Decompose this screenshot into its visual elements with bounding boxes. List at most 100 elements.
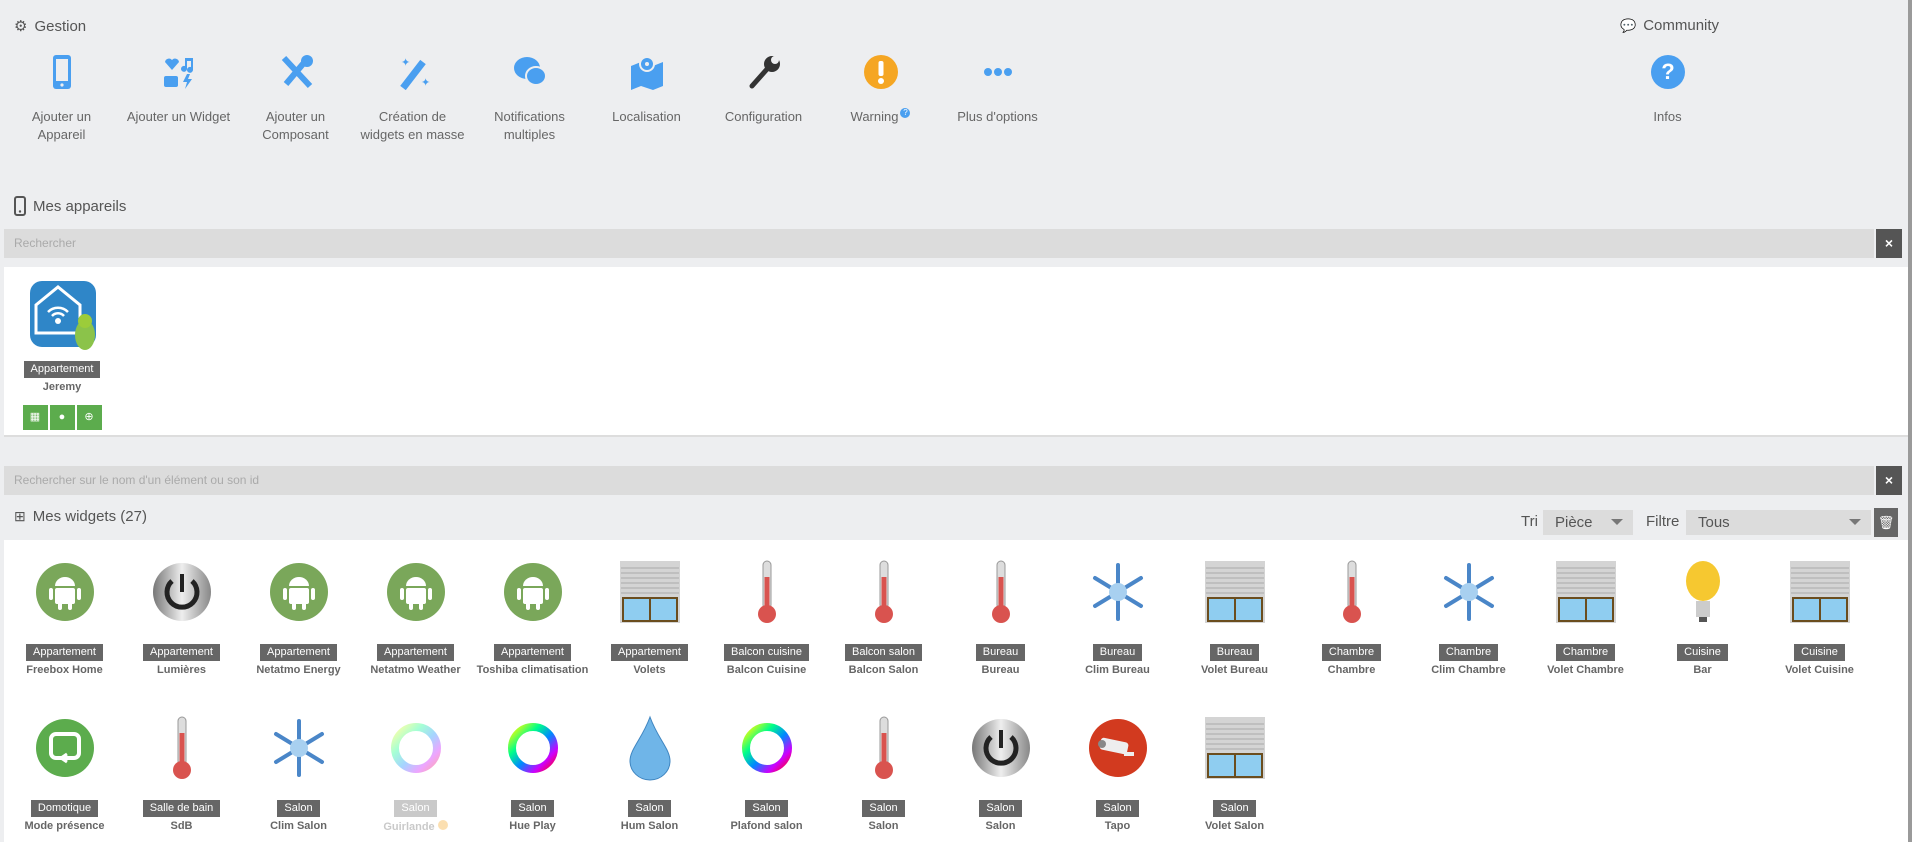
scrollbar[interactable]: [1908, 0, 1912, 842]
widget-card[interactable]: Salon Guirlande: [357, 714, 474, 833]
widget-card[interactable]: Appartement Volets: [591, 558, 708, 676]
widget-room-badge: Chambre: [1555, 644, 1616, 661]
widget-room-badge: Salon: [745, 800, 788, 817]
widgets-icon[interactable]: ▦: [22, 405, 48, 430]
filter-select[interactable]: Tous: [1686, 510, 1871, 535]
comment-icon[interactable]: ●: [49, 405, 75, 430]
widget-name: Bar: [1693, 664, 1712, 676]
widget-name: Clim Salon: [270, 820, 327, 832]
thermo-icon: [825, 558, 942, 625]
drop-icon: [591, 714, 708, 781]
help-icon[interactable]: ?: [900, 108, 911, 118]
android-icon: [240, 558, 357, 625]
gestion-ajouter-un-widget-button[interactable]: Ajouter un Widget: [120, 50, 237, 126]
gestion-plus-d-options-button[interactable]: Plus d'options: [939, 50, 1056, 126]
widget-card[interactable]: Cuisine Bar: [1644, 558, 1761, 676]
clear-device-search-button[interactable]: ×: [1876, 229, 1902, 258]
map-icon: [588, 50, 705, 94]
widget-card[interactable]: Salon Hum Salon: [591, 714, 708, 832]
widget-card[interactable]: Chambre Clim Chambre: [1410, 558, 1527, 676]
tools-icon: [237, 50, 354, 94]
widget-name: Hum Salon: [620, 820, 679, 832]
android-icon: [357, 558, 474, 625]
power-icon: [123, 558, 240, 625]
mobile-icon: [3, 50, 120, 94]
widget-card[interactable]: Salon Volet Salon: [1176, 714, 1293, 832]
widget-card[interactable]: Cuisine Volet Cuisine: [1761, 558, 1878, 676]
widget-room-badge: Bureau: [1209, 644, 1260, 661]
widget-name: Salon: [868, 820, 899, 832]
thermo-icon: [942, 558, 1059, 625]
widget-card[interactable]: Balcon salon Balcon Salon: [825, 558, 942, 676]
widgets-title: ⊞ Mes widgets (27): [14, 508, 147, 525]
widget-card[interactable]: Bureau Volet Bureau: [1176, 558, 1293, 676]
thermo-icon: [1293, 558, 1410, 625]
gestion-notifications-multiples-button[interactable]: Notifications multiples: [471, 50, 588, 144]
caret-down-icon: [1849, 519, 1861, 525]
filter-label: Filtre: [1646, 513, 1680, 530]
widget-name: Clim Chambre: [1431, 664, 1506, 676]
devices-panel: Appartement Jeremy ▦ ● ⊕: [4, 267, 1908, 437]
widget-room-badge: Salon: [394, 800, 437, 817]
snow-icon: [1059, 558, 1176, 625]
widget-card[interactable]: Balcon cuisine Balcon Cuisine: [708, 558, 825, 676]
trash-icon: 🗑: [1877, 515, 1895, 530]
device-room-badge: Appartement: [23, 361, 101, 378]
info-icon: [437, 820, 448, 830]
widget-card[interactable]: Salon Plafond salon: [708, 714, 825, 832]
gestion-cr-ation-de-widgets-en-masse-button[interactable]: ✦ ✦ Création de widgets en masse: [354, 50, 471, 144]
device-card[interactable]: Appartement Jeremy ▦ ● ⊕: [13, 279, 111, 430]
widget-card[interactable]: Appartement Toshiba climatisation: [474, 558, 591, 676]
widget-card[interactable]: Salon Hue Play: [474, 714, 591, 832]
widget-card[interactable]: Bureau Clim Bureau: [1059, 558, 1176, 676]
ring-icon: [474, 714, 591, 781]
widget-card[interactable]: Bureau Bureau: [942, 558, 1059, 676]
svg-text:✦: ✦: [421, 77, 430, 89]
widget-card[interactable]: Salon Tapo: [1059, 714, 1176, 832]
crosshair-icon[interactable]: ⊕: [76, 405, 102, 430]
widget-name: Lumières: [157, 664, 206, 676]
widget-card[interactable]: Appartement Netatmo Energy: [240, 558, 357, 676]
widget-card[interactable]: Salle de bain SdB: [123, 714, 240, 832]
widget-card[interactable]: Appartement Lumières: [123, 558, 240, 676]
device-app-icon: [29, 281, 96, 350]
widget-name: Mode présence: [24, 820, 105, 832]
widget-room-badge: Salle de bain: [142, 800, 221, 817]
widget-name: Netatmo Energy: [256, 664, 341, 676]
sort-select[interactable]: Pièce: [1543, 510, 1633, 535]
widget-card[interactable]: Salon Clim Salon: [240, 714, 357, 832]
mobile-icon: [14, 196, 26, 216]
widget-card[interactable]: Domotique Mode présence: [6, 714, 123, 832]
widget-name: Netatmo Weather: [370, 664, 461, 676]
gestion-ajouter-un-appareil-button[interactable]: Ajouter un Appareil: [3, 50, 120, 144]
shutter-icon: [1176, 558, 1293, 625]
gestion-ajouter-un-composant-button[interactable]: Ajouter un Composant: [237, 50, 354, 144]
widget-search-input[interactable]: Rechercher sur le nom d'un élément ou so…: [4, 466, 1874, 495]
widget-card[interactable]: Salon Salon: [825, 714, 942, 832]
widget-room-badge: Balcon salon: [845, 644, 922, 661]
device-search-input[interactable]: Rechercher: [4, 229, 1874, 258]
widget-name: Volet Bureau: [1200, 664, 1269, 676]
svg-text:?: ?: [1661, 59, 1674, 84]
trash-button[interactable]: 🗑: [1874, 508, 1898, 537]
clear-widget-search-button[interactable]: ×: [1876, 466, 1902, 495]
widget-name: Plafond salon: [730, 820, 803, 832]
widget-room-badge: Appartement: [26, 644, 103, 661]
ring-icon: [708, 714, 825, 781]
widget-room-badge: Salon: [862, 800, 905, 817]
widget-card[interactable]: Salon Salon: [942, 714, 1059, 832]
gestion-localisation-button[interactable]: Localisation: [588, 50, 705, 126]
widget-card[interactable]: Chambre Volet Chambre: [1527, 558, 1644, 676]
widget-room-badge: Cuisine: [1677, 644, 1728, 661]
snow-icon: [240, 714, 357, 781]
widget-card[interactable]: Appartement Freebox Home: [6, 558, 123, 676]
devices-title: Mes appareils: [14, 196, 126, 216]
infos-button[interactable]: ? Infos: [1609, 50, 1726, 126]
gestion-configuration-button[interactable]: Configuration: [705, 50, 822, 126]
thermo-icon: [123, 714, 240, 781]
widget-name: Guirlande: [357, 820, 474, 833]
widget-card[interactable]: Chambre Chambre: [1293, 558, 1410, 676]
widget-card[interactable]: Appartement Netatmo Weather: [357, 558, 474, 676]
gestion-warning-button[interactable]: Warning?: [822, 50, 939, 126]
table-icon: ⊞: [14, 508, 26, 524]
